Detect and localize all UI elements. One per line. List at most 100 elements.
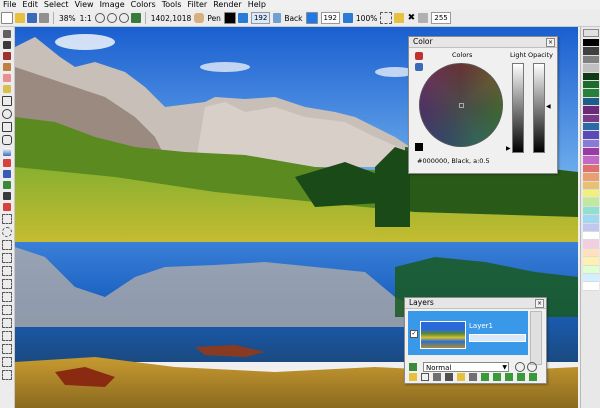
- color-picker-tool-icon[interactable]: [3, 192, 11, 200]
- flip-tool-icon[interactable]: [2, 305, 12, 315]
- palette-swatch[interactable]: [583, 80, 599, 90]
- zoom-in-icon[interactable]: [94, 13, 105, 23]
- foreground-color-swatch[interactable]: [223, 12, 236, 24]
- palette-swatch[interactable]: [583, 122, 599, 132]
- palette-swatch[interactable]: [583, 282, 599, 291]
- marker-tool-icon[interactable]: [3, 203, 11, 211]
- palette-swatch[interactable]: [583, 257, 599, 266]
- grid-tool-icon[interactable]: [3, 30, 11, 38]
- opacity-value[interactable]: 100%: [356, 14, 377, 23]
- new-file-icon[interactable]: [1, 12, 13, 24]
- layer-scrollbar[interactable]: [530, 311, 542, 365]
- menu-help[interactable]: Help: [245, 0, 269, 10]
- shape-tool-icon[interactable]: [3, 181, 11, 189]
- palette-swatch[interactable]: [583, 223, 599, 232]
- back-width-field[interactable]: 192: [320, 12, 340, 24]
- blur-tool-icon[interactable]: [2, 318, 12, 328]
- palette-swatch[interactable]: [583, 181, 599, 191]
- menu-tools[interactable]: Tools: [159, 0, 185, 10]
- rectangle-tool-icon[interactable]: [2, 96, 12, 106]
- light-slider[interactable]: [512, 63, 524, 153]
- layer-row[interactable]: ✓ Layer1: [408, 311, 528, 355]
- brush-shape-icon[interactable]: [237, 13, 248, 23]
- layer-visibility-checkbox[interactable]: ✓: [410, 330, 418, 338]
- line-tool-icon[interactable]: [3, 85, 11, 93]
- smudge-tool-icon[interactable]: [2, 344, 12, 354]
- palette-swatch[interactable]: [583, 265, 599, 274]
- new-layer-icon[interactable]: [409, 373, 417, 381]
- palette-swatch[interactable]: [583, 97, 599, 107]
- close-icon[interactable]: ✖: [406, 13, 416, 23]
- text-tool-icon[interactable]: [3, 170, 11, 178]
- palette-swatch[interactable]: [583, 273, 599, 283]
- eraser-tool-icon[interactable]: [3, 74, 11, 82]
- palette-swatch[interactable]: [583, 248, 599, 258]
- palette-swatch[interactable]: [583, 139, 599, 149]
- menu-image[interactable]: Image: [97, 0, 128, 10]
- palette-swatch[interactable]: [583, 64, 599, 73]
- current-color-swatch[interactable]: [415, 143, 423, 151]
- palette-swatch[interactable]: [583, 39, 599, 48]
- brush-tool-icon[interactable]: [3, 52, 11, 60]
- palette-swatch[interactable]: [583, 198, 599, 207]
- palette-swatch[interactable]: [583, 114, 599, 123]
- palette-swatch[interactable]: [583, 131, 599, 140]
- add-layer-icon[interactable]: [409, 363, 417, 371]
- move-layer-up-icon[interactable]: [481, 373, 489, 381]
- palette-swatch[interactable]: [583, 156, 599, 165]
- menu-colors[interactable]: Colors: [128, 0, 159, 10]
- gradient-tool-icon[interactable]: [3, 148, 11, 156]
- merge-layer-icon[interactable]: [445, 373, 453, 381]
- layer-bottom-icon[interactable]: [517, 373, 525, 381]
- select-tool-icon[interactable]: [2, 214, 12, 224]
- palette-swatch[interactable]: [583, 231, 599, 241]
- palette-swatch[interactable]: [583, 190, 599, 199]
- opacity-slider-arrow[interactable]: ◀: [546, 103, 551, 110]
- palette-swatch[interactable]: [583, 89, 599, 98]
- layer-properties-icon[interactable]: [457, 373, 465, 381]
- palette-swatch[interactable]: [583, 148, 599, 157]
- palette-swatch[interactable]: [583, 55, 599, 65]
- palette-swatch[interactable]: [583, 215, 599, 224]
- palette-swatch[interactable]: [583, 164, 599, 174]
- select-icon[interactable]: [380, 12, 393, 24]
- menu-edit[interactable]: Edit: [19, 0, 41, 10]
- polygon-tool-icon[interactable]: [2, 122, 12, 132]
- opacity-slider[interactable]: [533, 63, 545, 153]
- layer-mask-icon[interactable]: [529, 373, 537, 381]
- menu-filter[interactable]: Filter: [184, 0, 210, 10]
- opacity-slider-icon[interactable]: [342, 13, 353, 23]
- magic-wand-tool-icon[interactable]: [2, 240, 12, 250]
- light-slider-arrow[interactable]: ▶: [506, 145, 511, 152]
- zoom-fit-icon[interactable]: [118, 13, 129, 23]
- menu-render[interactable]: Render: [210, 0, 244, 10]
- zoom-level[interactable]: 38%: [59, 14, 76, 23]
- crop-tool-icon[interactable]: [2, 253, 12, 263]
- background-color-swatch[interactable]: [305, 12, 318, 24]
- zoom-out-icon[interactable]: [106, 13, 117, 23]
- menu-file[interactable]: File: [0, 0, 19, 10]
- pencil-tool-icon[interactable]: [3, 41, 11, 49]
- rotate-tool-icon[interactable]: [2, 292, 12, 302]
- save-icon[interactable]: [27, 13, 37, 23]
- zoom-in-layer-icon[interactable]: [527, 362, 537, 372]
- swap-colors-icon[interactable]: [273, 13, 282, 23]
- lock-layer-icon[interactable]: [469, 373, 477, 381]
- menu-select[interactable]: Select: [41, 0, 72, 10]
- palette-swatch[interactable]: [583, 72, 599, 81]
- open-folder-icon[interactable]: [15, 13, 25, 23]
- close-icon[interactable]: ×: [546, 38, 555, 47]
- palette-swatch[interactable]: [583, 206, 599, 216]
- clone-tool-icon[interactable]: [2, 266, 12, 276]
- airbrush-tool-icon[interactable]: [3, 63, 11, 71]
- actual-size-button[interactable]: 1:1: [80, 14, 92, 23]
- chevron-down-icon[interactable]: ▼: [502, 363, 507, 373]
- palette-icon[interactable]: [415, 63, 423, 71]
- print-icon[interactable]: [39, 13, 49, 23]
- hand-icon[interactable]: [194, 13, 205, 23]
- tolerance-icon[interactable]: [418, 13, 429, 23]
- menu-view[interactable]: View: [72, 0, 97, 10]
- delete-layer-icon[interactable]: [433, 373, 441, 381]
- zoom-out-layer-icon[interactable]: [515, 362, 525, 372]
- tolerance-field[interactable]: 255: [431, 12, 451, 24]
